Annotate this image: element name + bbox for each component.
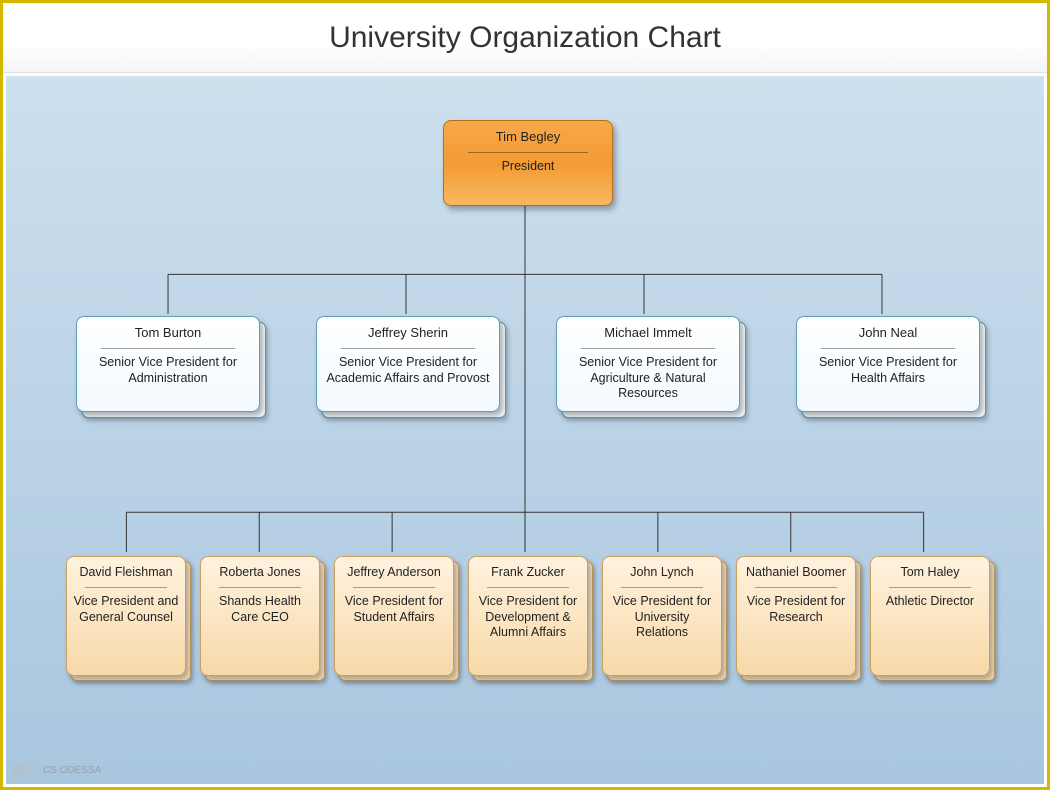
separator bbox=[219, 587, 301, 588]
separator bbox=[468, 152, 588, 153]
svp-role: Senior Vice President for Administration bbox=[83, 355, 253, 386]
svp-name: Tom Burton bbox=[83, 325, 253, 344]
swoosh-icon bbox=[9, 757, 37, 783]
diagram-frame: University Organization Chart bbox=[0, 0, 1050, 790]
page-title: University Organization Chart bbox=[3, 3, 1047, 73]
vp-card: Tom Haley Athletic Director bbox=[870, 556, 990, 676]
svp-name: Jeffrey Sherin bbox=[323, 325, 493, 344]
separator bbox=[581, 348, 715, 349]
vp-card: John Lynch Vice President for University… bbox=[602, 556, 722, 676]
vendor-text: CS ODESSA bbox=[43, 765, 101, 776]
separator bbox=[755, 587, 837, 588]
vp-name: Tom Haley bbox=[877, 565, 983, 583]
node-president: Tim Begley President bbox=[443, 120, 613, 206]
separator bbox=[621, 587, 703, 588]
separator bbox=[889, 587, 971, 588]
vp-role: Vice President for Development & Alumni … bbox=[475, 594, 581, 641]
vp-role: Vice President for Research bbox=[743, 594, 849, 625]
vp-card: Nathaniel Boomer Vice President for Rese… bbox=[736, 556, 856, 676]
vp-name: John Lynch bbox=[609, 565, 715, 583]
vp-card: Roberta Jones Shands Health Care CEO bbox=[200, 556, 320, 676]
svp-role: Senior Vice President for Academic Affai… bbox=[323, 355, 493, 386]
separator bbox=[341, 348, 475, 349]
svp-card: Jeffrey Sherin Senior Vice President for… bbox=[316, 316, 500, 412]
svp-name: John Neal bbox=[803, 325, 973, 344]
vp-role: Vice President for Student Affairs bbox=[341, 594, 447, 625]
vp-name: Nathaniel Boomer bbox=[743, 565, 849, 583]
president-name: Tim Begley bbox=[450, 129, 606, 148]
separator bbox=[85, 587, 167, 588]
vp-name: David Fleishman bbox=[73, 565, 179, 583]
separator bbox=[487, 587, 569, 588]
vp-name: Frank Zucker bbox=[475, 565, 581, 583]
vp-card: David Fleishman Vice President and Gener… bbox=[66, 556, 186, 676]
svp-role: Senior Vice President for Agriculture & … bbox=[563, 355, 733, 402]
svp-name: Michael Immelt bbox=[563, 325, 733, 344]
svp-card: John Neal Senior Vice President for Heal… bbox=[796, 316, 980, 412]
svp-role: Senior Vice President for Health Affairs bbox=[803, 355, 973, 386]
vp-role: Shands Health Care CEO bbox=[207, 594, 313, 625]
vp-card: Jeffrey Anderson Vice President for Stud… bbox=[334, 556, 454, 676]
vp-card: Frank Zucker Vice President for Developm… bbox=[468, 556, 588, 676]
diagram-canvas: Tim Begley President Tom Burton Senior V… bbox=[6, 76, 1044, 784]
vp-name: Jeffrey Anderson bbox=[341, 565, 447, 583]
vendor-logo: CS ODESSA bbox=[9, 757, 101, 783]
vp-role: Athletic Director bbox=[877, 594, 983, 610]
svp-card: Tom Burton Senior Vice President for Adm… bbox=[76, 316, 260, 412]
vp-name: Roberta Jones bbox=[207, 565, 313, 583]
separator bbox=[821, 348, 955, 349]
svp-card: Michael Immelt Senior Vice President for… bbox=[556, 316, 740, 412]
vp-role: Vice President and General Counsel bbox=[73, 594, 179, 625]
president-role: President bbox=[450, 159, 606, 175]
separator bbox=[353, 587, 435, 588]
vp-role: Vice President for University Relations bbox=[609, 594, 715, 641]
separator bbox=[101, 348, 235, 349]
